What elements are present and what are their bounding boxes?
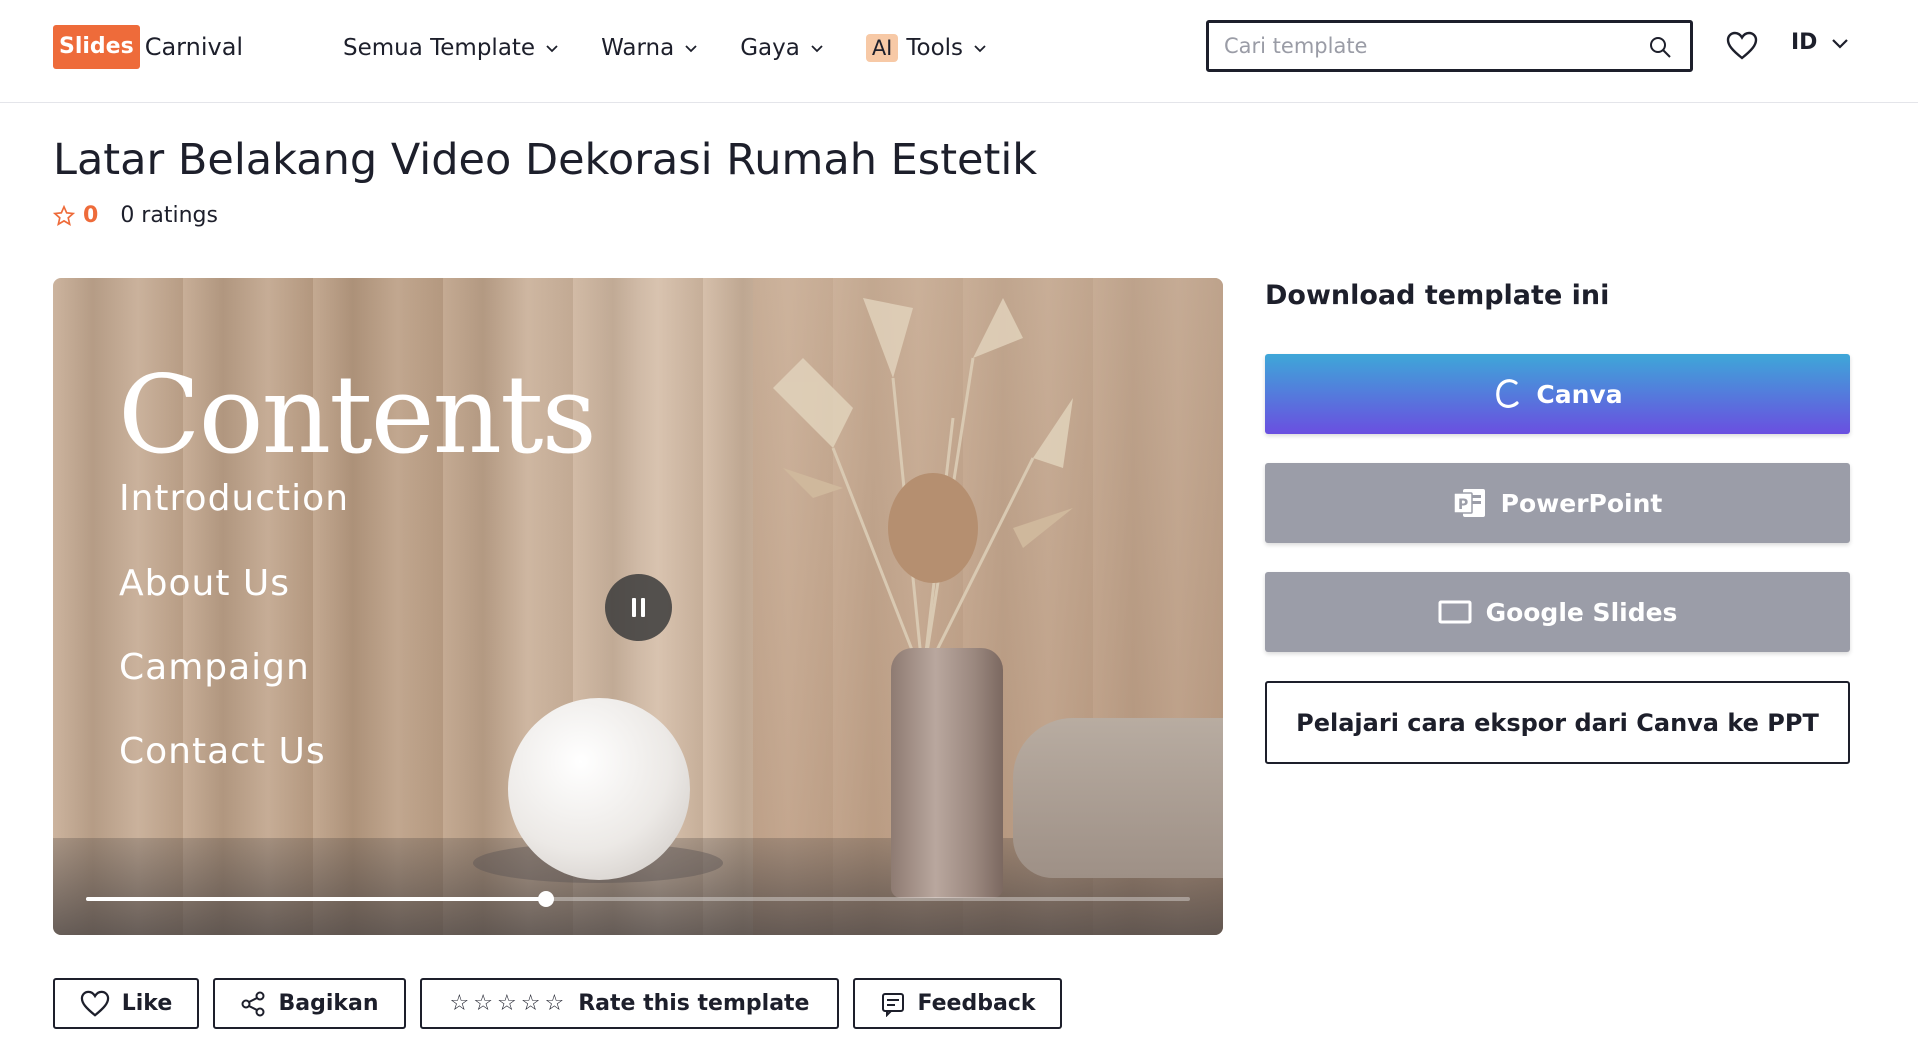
search-input[interactable] bbox=[1209, 34, 1629, 58]
share-icon bbox=[240, 991, 266, 1017]
nav-semua-template[interactable]: Semua Template bbox=[343, 35, 559, 61]
nav-gaya[interactable]: Gaya bbox=[740, 35, 824, 61]
learn-export-button[interactable]: Pelajari cara ekspor dari Canva ke PPT bbox=[1265, 681, 1850, 764]
heart-icon bbox=[80, 990, 110, 1018]
nav-label: Semua Template bbox=[343, 35, 536, 61]
chevron-down-icon bbox=[546, 45, 558, 53]
language-label: ID bbox=[1791, 30, 1818, 55]
video-progress-bar[interactable] bbox=[86, 891, 1190, 907]
share-button[interactable]: Bagikan bbox=[213, 978, 406, 1029]
language-selector[interactable]: ID bbox=[1791, 30, 1849, 55]
favorites-heart-icon[interactable] bbox=[1726, 31, 1758, 61]
site-logo[interactable]: Slides Carnival bbox=[53, 25, 243, 69]
feedback-icon bbox=[880, 991, 906, 1017]
dried-flowers-illustration bbox=[773, 298, 1073, 678]
page-title: Latar Belakang Video Dekorasi Rumah Este… bbox=[53, 135, 1038, 185]
logo-box: Slides bbox=[53, 25, 140, 69]
main-nav: Semua Template Warna Gaya AI Tools bbox=[343, 28, 1029, 68]
slide-menu-item: Introduction bbox=[119, 478, 350, 519]
star-icon[interactable]: ☆ bbox=[450, 991, 470, 1016]
chevron-down-icon bbox=[1832, 38, 1849, 49]
download-canva-button[interactable]: Canva bbox=[1265, 354, 1850, 434]
chevron-down-icon bbox=[811, 45, 823, 53]
sweater-arm bbox=[1013, 718, 1223, 878]
download-google-slides-button[interactable]: Google Slides bbox=[1265, 572, 1850, 652]
nav-warna[interactable]: Warna bbox=[601, 35, 698, 61]
rate-template-button[interactable]: ☆ ☆ ☆ ☆ ☆ Rate this template bbox=[420, 978, 839, 1029]
star-icon[interactable]: ☆ bbox=[497, 991, 517, 1016]
globe-lamp bbox=[508, 698, 690, 880]
download-heading: Download template ini bbox=[1265, 280, 1610, 311]
video-player[interactable]: Contents Introduction About Us Campaign … bbox=[53, 278, 1223, 935]
chevron-down-icon bbox=[685, 45, 697, 53]
nav-label: Tools bbox=[906, 35, 964, 61]
star-icon[interactable]: ☆ bbox=[473, 991, 493, 1016]
like-label: Like bbox=[121, 991, 173, 1016]
nav-ai-tools[interactable]: AI Tools bbox=[865, 34, 987, 62]
slide-menu-item: Contact Us bbox=[119, 731, 326, 772]
pause-button[interactable] bbox=[605, 574, 672, 641]
rating-stars: ☆ ☆ ☆ ☆ ☆ bbox=[450, 991, 569, 1016]
search-box bbox=[1206, 20, 1693, 72]
slide-menu-item: About Us bbox=[119, 563, 290, 604]
rate-label: Rate this template bbox=[578, 991, 810, 1016]
slide-title: Contents bbox=[118, 353, 597, 478]
google-slides-icon bbox=[1438, 599, 1472, 625]
nav-label: Warna bbox=[601, 35, 675, 61]
star-icon bbox=[53, 204, 75, 226]
canva-logo-icon bbox=[1492, 377, 1522, 411]
google-slides-label: Google Slides bbox=[1485, 597, 1678, 627]
logo-text: Carnival bbox=[144, 33, 244, 61]
powerpoint-label: PowerPoint bbox=[1500, 488, 1663, 518]
svg-text:P: P bbox=[1458, 497, 1468, 513]
like-button[interactable]: Like bbox=[53, 978, 199, 1029]
search-icon[interactable] bbox=[1648, 35, 1672, 59]
rating-value: 0 bbox=[83, 203, 99, 228]
chevron-down-icon bbox=[974, 45, 986, 53]
canva-label: Canva bbox=[1536, 379, 1623, 409]
star-icon[interactable]: ☆ bbox=[544, 991, 564, 1016]
site-header: Slides Carnival Semua Template Warna Gay… bbox=[0, 0, 1918, 103]
feedback-label: Feedback bbox=[917, 991, 1036, 1016]
download-powerpoint-button[interactable]: P PowerPoint bbox=[1265, 463, 1850, 543]
marble-vase bbox=[891, 648, 1003, 898]
feedback-button[interactable]: Feedback bbox=[853, 978, 1062, 1029]
ai-badge: AI bbox=[865, 34, 899, 62]
rating-count: 0 ratings bbox=[120, 203, 218, 228]
progress-fill bbox=[86, 897, 547, 901]
nav-label: Gaya bbox=[740, 35, 800, 61]
rating-summary: 0 0 ratings bbox=[53, 203, 218, 228]
slide-menu-item: Campaign bbox=[119, 647, 310, 688]
share-label: Bagikan bbox=[278, 991, 379, 1016]
powerpoint-icon: P bbox=[1452, 487, 1487, 519]
star-icon[interactable]: ☆ bbox=[521, 991, 541, 1016]
